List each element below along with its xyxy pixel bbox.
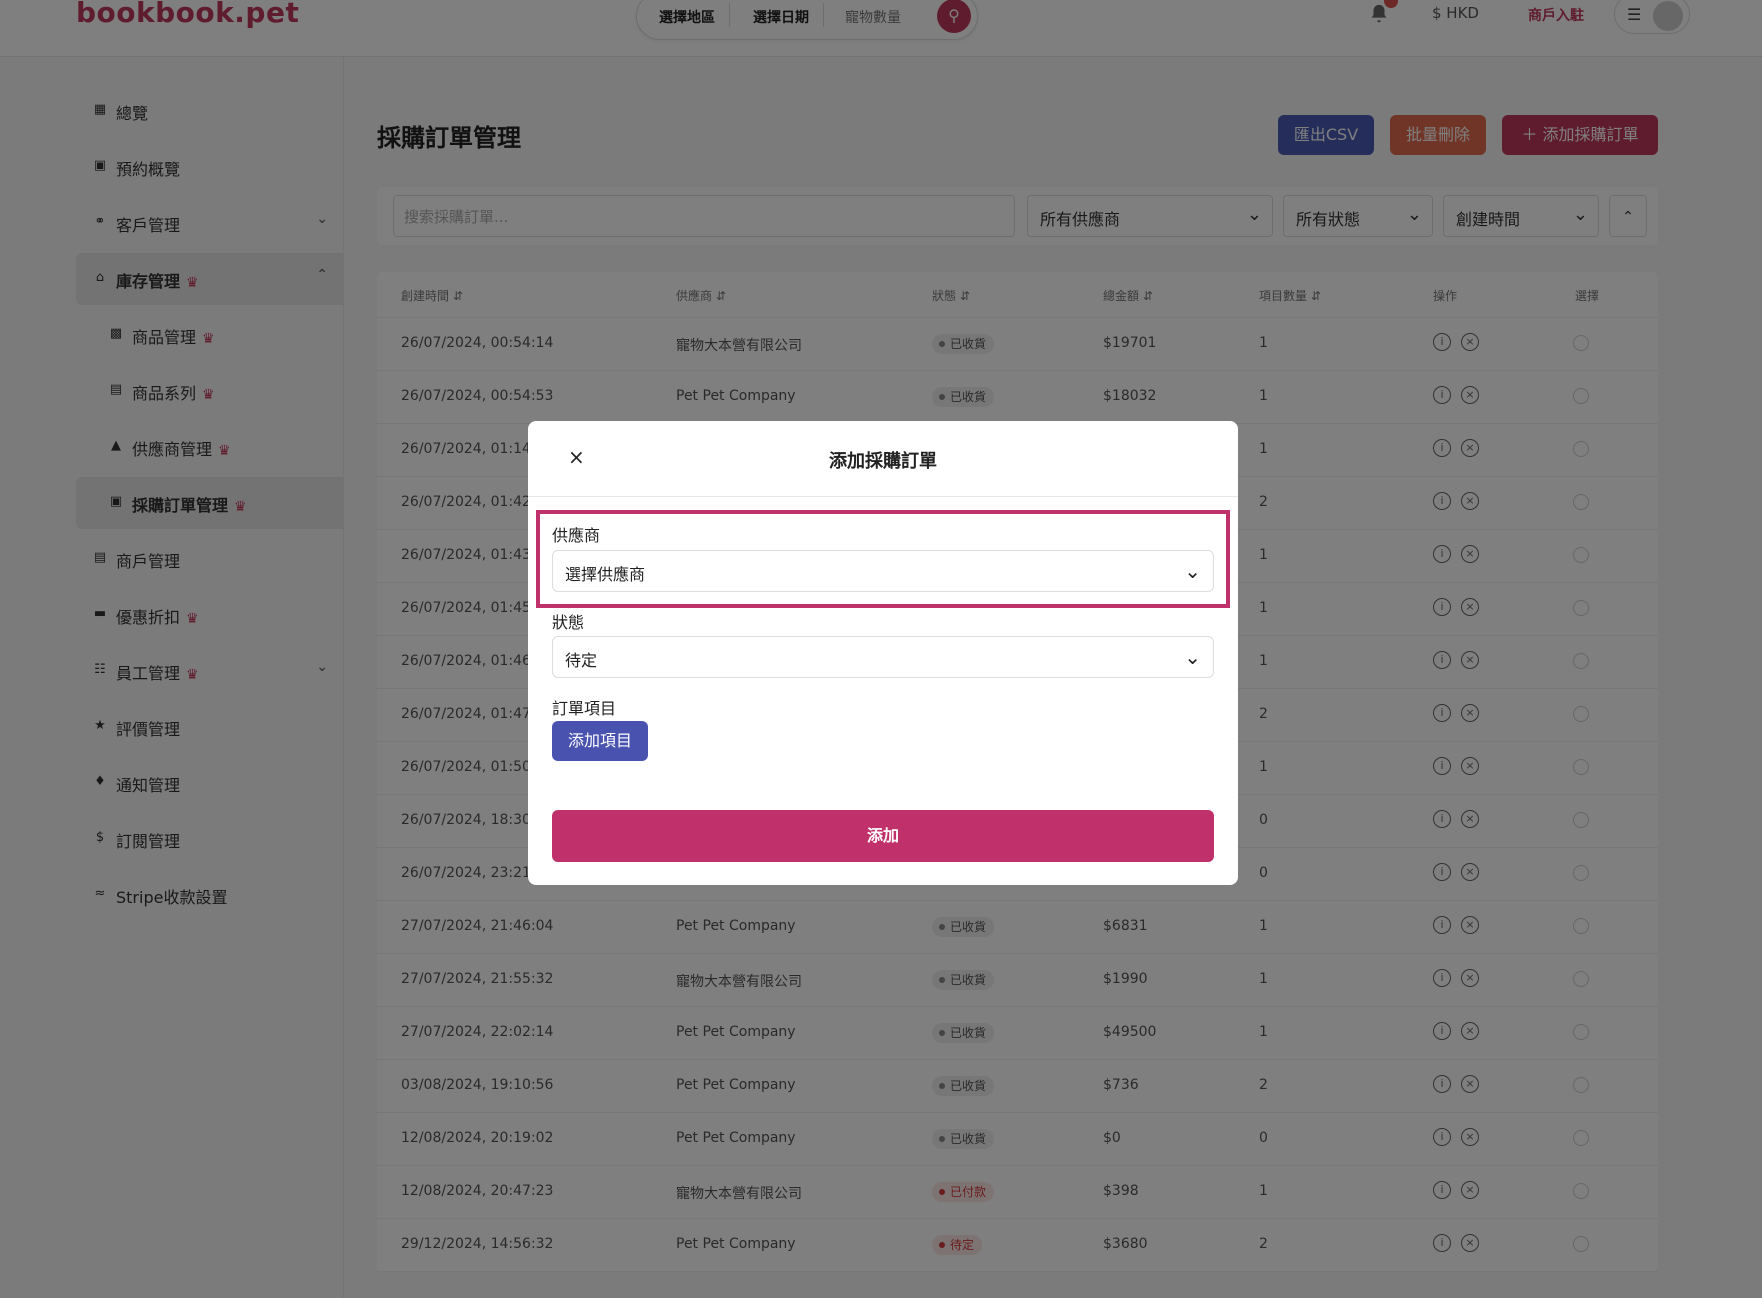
chevron-down-icon: ⌄: [1184, 645, 1201, 669]
divider: [528, 496, 1238, 497]
supplier-select[interactable]: 選擇供應商 ⌄: [552, 550, 1214, 592]
supplier-select-value: 選擇供應商: [565, 565, 646, 584]
add-item-button[interactable]: 添加項目: [552, 721, 648, 761]
add-purchase-order-modal: × 添加採購訂單 供應商 選擇供應商 ⌄ 狀態 待定 ⌄ 訂單項目 添加項目 添…: [528, 421, 1238, 885]
chevron-down-icon: ⌄: [1184, 559, 1201, 583]
order-items-label: 訂單項目: [552, 699, 617, 718]
status-label: 狀態: [552, 613, 585, 632]
status-select[interactable]: 待定 ⌄: [552, 636, 1214, 678]
submit-button[interactable]: 添加: [552, 810, 1214, 862]
modal-title: 添加採購訂單: [829, 451, 937, 472]
status-select-value: 待定: [565, 651, 598, 670]
supplier-label: 供應商: [552, 526, 601, 545]
